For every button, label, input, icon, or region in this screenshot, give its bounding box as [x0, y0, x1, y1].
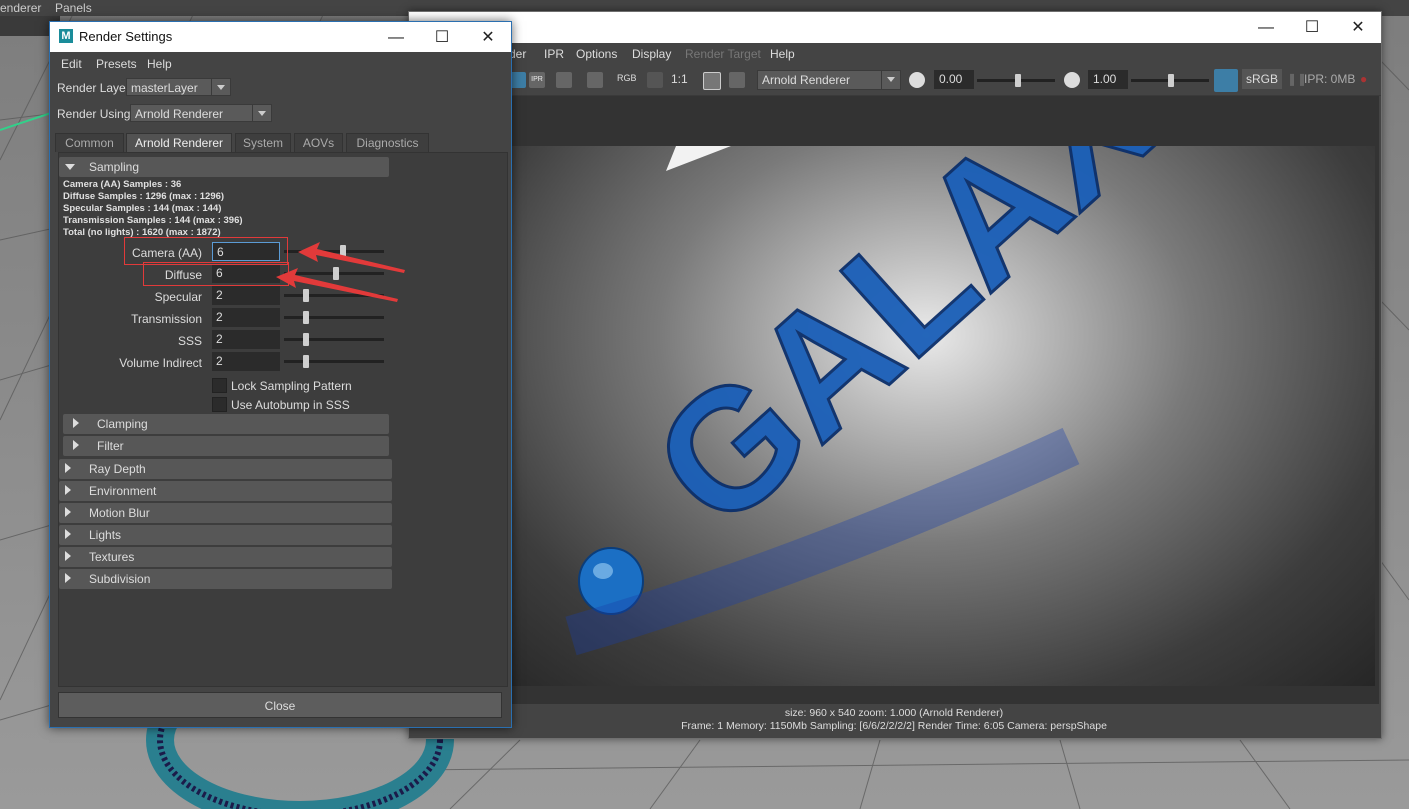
arrow-to-camera-aa-icon [298, 242, 405, 273]
annotation-arrows [276, 242, 405, 302]
arrow-to-diffuse-icon [276, 268, 398, 302]
